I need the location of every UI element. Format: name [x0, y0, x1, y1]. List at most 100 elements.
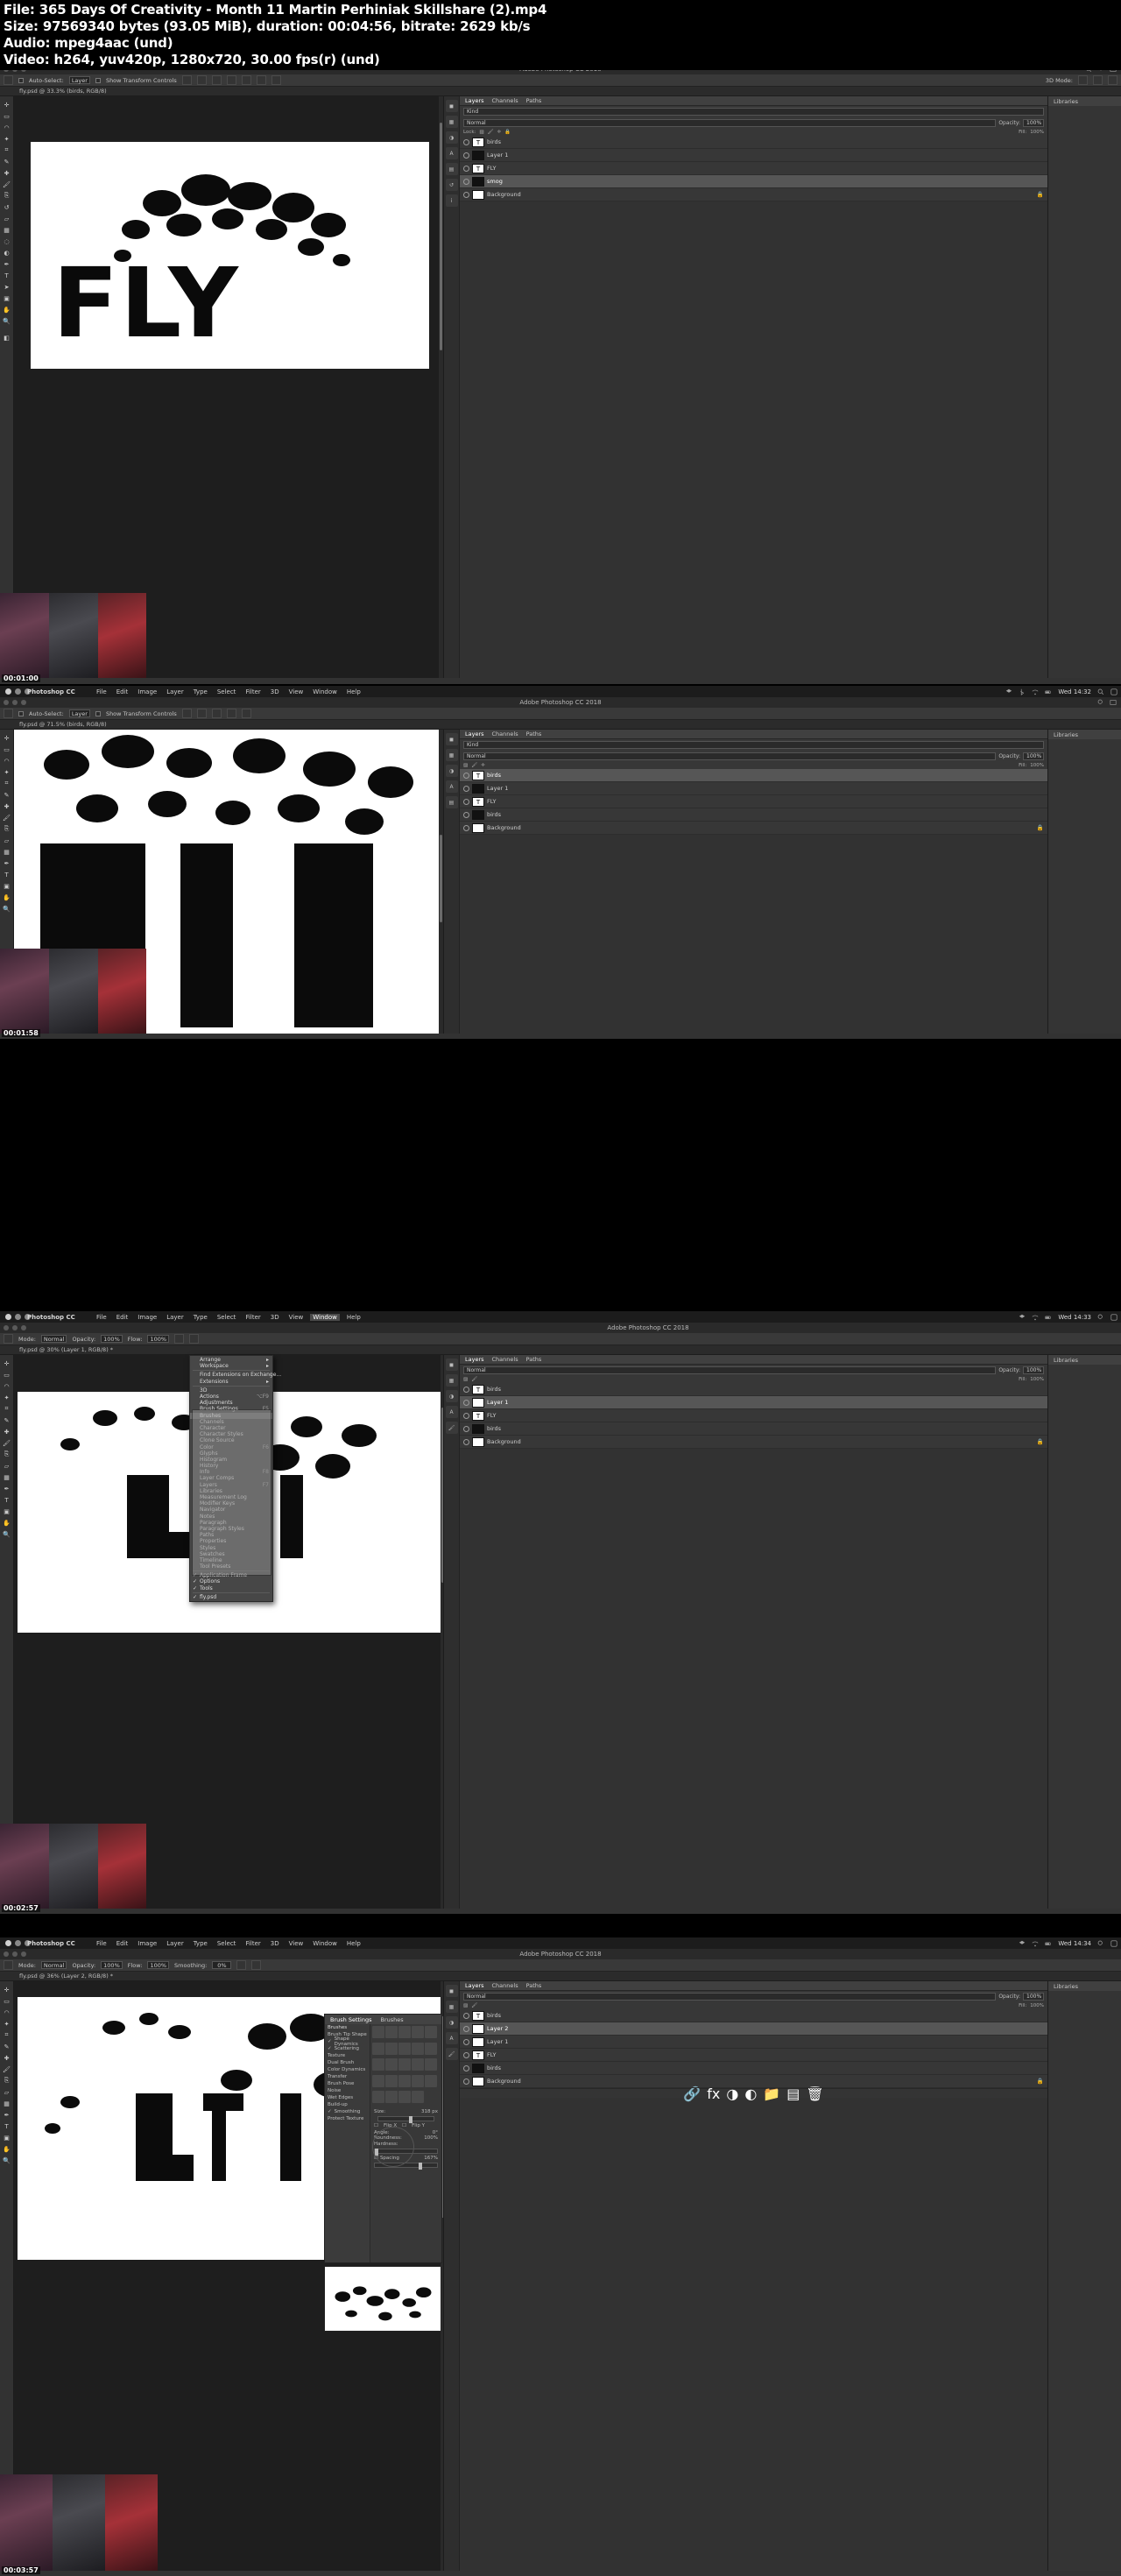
bluetooth-icon[interactable]	[1019, 688, 1026, 695]
pen-tool-icon[interactable]: ✒	[1, 857, 13, 869]
layer-kind-filter-1[interactable]: Kind	[463, 108, 1044, 116]
menu-list-2[interactable]: File Edit Image Layer Type Select Filter…	[96, 688, 361, 695]
blend-mode-row-1[interactable]: Normal Opacity: 100%	[460, 117, 1047, 129]
brush-settings-panel-icon[interactable]: 🖌	[445, 2048, 458, 2060]
healing-brush-tool-icon[interactable]: ✚	[1, 2052, 13, 2064]
dodge-tool-icon[interactable]: ◐	[1, 247, 13, 258]
layer-name[interactable]: FLY	[487, 1412, 496, 1419]
dropbox-icon[interactable]	[1019, 1314, 1026, 1321]
lasso-tool-icon[interactable]: ◠	[1, 2007, 13, 2018]
layer-visibility-icon[interactable]	[463, 1438, 469, 1445]
align-center-v-icon[interactable]	[241, 75, 251, 85]
table-row[interactable]: birds	[460, 2062, 1047, 2075]
layers-panel-tabs-1[interactable]: Layers Channels Paths	[460, 96, 1047, 106]
shape-tool-icon[interactable]: ▣	[1, 880, 13, 892]
layer-visibility-icon[interactable]	[463, 2078, 469, 2085]
dropbox-icon[interactable]	[1019, 1940, 1026, 1947]
eraser-tool-icon[interactable]: ▱	[1, 2086, 13, 2098]
path-select-tool-icon[interactable]: ➤	[1, 281, 13, 293]
pen-tool-icon[interactable]: ✒	[1, 258, 13, 270]
menu-help[interactable]: Help	[347, 1314, 361, 1321]
apple-menu-icon[interactable]	[0, 688, 31, 695]
lock-row-3[interactable]: ▨ 🖌 Fill: 100%	[460, 1376, 1047, 1383]
document-tab-3[interactable]: fly.psd @ 30% (Layer 1, RGB/8) *	[0, 1345, 1121, 1355]
status-icons-3[interactable]: Wed 14:33	[1019, 1314, 1117, 1321]
quick-select-tool-icon[interactable]: ✦	[1, 766, 13, 778]
layer-visibility-icon[interactable]	[463, 1386, 469, 1393]
brush-spacing-value[interactable]: 167%	[424, 2156, 438, 2161]
distribute-icon[interactable]	[271, 75, 281, 85]
menu-help[interactable]: Help	[347, 1940, 361, 1947]
search-icon[interactable]	[1097, 1940, 1104, 1947]
lock-image-icon[interactable]: 🖌	[471, 1377, 477, 1382]
type-tool-icon[interactable]: T	[1, 2121, 13, 2132]
adjustments-panel-icon[interactable]: ◑	[445, 131, 458, 144]
table-row[interactable]: T FLY	[460, 162, 1047, 175]
brush-tip-cell[interactable]	[412, 2042, 424, 2055]
blend-mode-row-3[interactable]: Normal Opacity: 100%	[460, 1365, 1047, 1376]
brush-size-row[interactable]: Size: 318 px	[374, 2109, 438, 2114]
eyedropper-tool-icon[interactable]: ✎	[1, 2041, 13, 2052]
brush-tip-cell[interactable]	[385, 2058, 398, 2071]
brush-tip-cell[interactable]	[398, 2074, 411, 2087]
brush-tool-icon[interactable]: 🖌	[1, 179, 13, 190]
workspace-icon[interactable]	[1110, 699, 1117, 706]
libraries-panel-header-1[interactable]: Libraries	[1048, 96, 1121, 106]
layer-name[interactable]: FLY	[487, 2051, 496, 2058]
clone-stamp-tool-icon[interactable]: ⎘	[1, 2075, 13, 2086]
align-right-icon[interactable]	[211, 709, 222, 718]
layer-visibility-icon[interactable]	[463, 2064, 469, 2071]
layers-panel-tabs-3[interactable]: Layers Channels Paths	[460, 1355, 1047, 1365]
healing-brush-tool-icon[interactable]: ✚	[1, 801, 13, 812]
brush-size-slider[interactable]	[377, 2116, 434, 2123]
lock-row-2[interactable]: ▨ 🖌 ✛ Fill: 100%	[460, 762, 1047, 769]
eraser-tool-icon[interactable]: ▱	[1, 213, 13, 224]
brush-tip-cell[interactable]	[425, 2026, 437, 2038]
blend-mode-row-4[interactable]: Normal Opacity: 100%	[460, 1991, 1047, 2002]
panel-rail-2[interactable]: ◼ ▦ ◑ A ▤	[444, 730, 460, 1034]
layer-visibility-icon[interactable]	[463, 1399, 469, 1406]
control-center-icon[interactable]	[1110, 1939, 1117, 1947]
table-row[interactable]: Layer 1	[460, 149, 1047, 162]
clone-stamp-tool-icon[interactable]: ⎘	[1, 823, 13, 835]
table-row[interactable]: birds	[460, 1422, 1047, 1436]
tab-brushes[interactable]: Brushes	[380, 2016, 403, 2023]
table-row[interactable]: Background 🔒	[460, 1436, 1047, 1449]
brush-tip-cell[interactable]	[412, 2074, 424, 2087]
layer-visibility-icon[interactable]	[463, 2038, 469, 2045]
layer-visibility-icon[interactable]	[463, 1425, 469, 1432]
fill-value-1[interactable]: 100%	[1030, 130, 1044, 135]
brush-tip-cell[interactable]	[398, 2026, 411, 2038]
opacity-value-3[interactable]: 100%	[1023, 1366, 1044, 1374]
shape-tool-icon[interactable]: ▣	[1, 1506, 13, 1517]
brush-option-row[interactable]: Transfer	[325, 2073, 370, 2080]
brush-option-row[interactable]: Dual Brush	[325, 2059, 370, 2066]
menu-3d[interactable]: 3D	[271, 1314, 279, 1321]
layer-name[interactable]: smog	[487, 178, 503, 185]
table-row[interactable]: smog	[460, 175, 1047, 188]
right-panels-3[interactable]: ◼ ▦ ◑ A 🖌 Layers Channels Paths Normal O…	[443, 1355, 1047, 1909]
lock-position-icon[interactable]: ✛	[481, 763, 485, 768]
menu-image[interactable]: Image	[137, 1314, 157, 1321]
zoom-tool-icon[interactable]: 🔍	[1, 315, 13, 327]
brush-size-value[interactable]: 318 px	[421, 2109, 438, 2114]
brush-settings-panel-icon[interactable]: 🖌	[445, 1422, 458, 1434]
table-row[interactable]: Background 🔒	[460, 2075, 1047, 2088]
type-tool-icon[interactable]: T	[1, 1494, 13, 1506]
menu-image[interactable]: Image	[137, 1940, 157, 1947]
lock-image-icon[interactable]: 🖌	[471, 763, 477, 768]
show-transform-checkbox[interactable]	[95, 77, 101, 83]
menu-item-workspace[interactable]: Workspace ▸	[190, 1363, 272, 1369]
shape-tool-icon[interactable]: ▣	[1, 293, 13, 304]
brush-tip-cell[interactable]	[398, 2058, 411, 2071]
lock-transparent-icon[interactable]: ▨	[463, 763, 468, 768]
tab-channels-2[interactable]: Channels	[492, 730, 518, 738]
menu-select[interactable]: Select	[217, 1314, 236, 1321]
tab-layers-1[interactable]: Layers	[465, 97, 484, 104]
status-icons-4[interactable]: Wed 14:34	[1019, 1940, 1117, 1947]
layer-name[interactable]: birds	[487, 2064, 501, 2071]
menu-edit[interactable]: Edit	[116, 688, 129, 695]
table-row[interactable]: T birds	[460, 136, 1047, 149]
healing-brush-tool-icon[interactable]: ✚	[1, 167, 13, 179]
blur-tool-icon[interactable]: ◌	[1, 236, 13, 247]
